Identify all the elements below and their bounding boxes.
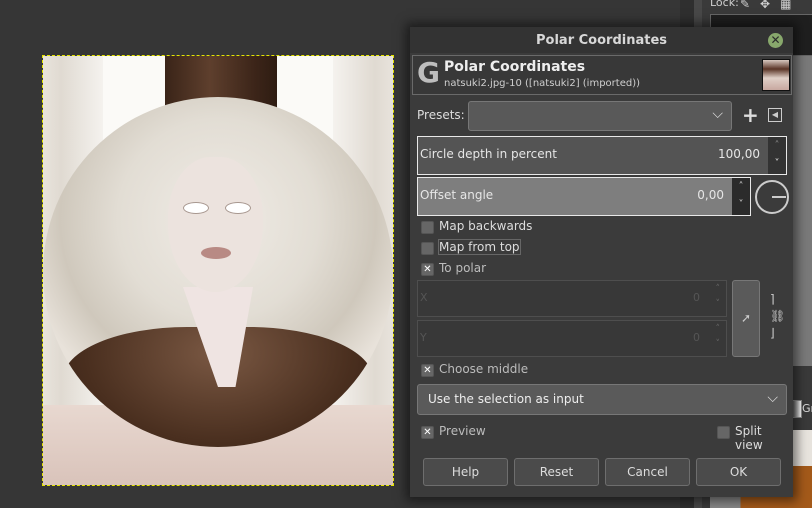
help-button[interactable]: Help <box>423 458 508 486</box>
circle-depth-stepper[interactable]: ˄ ˅ <box>768 137 786 174</box>
increment-icon[interactable]: ˄ <box>768 137 786 155</box>
y-stepper[interactable]: ˄ ˅ <box>716 322 721 352</box>
add-preset-icon[interactable]: + <box>742 103 759 127</box>
decrement-icon[interactable]: ˅ <box>732 196 750 214</box>
offset-angle-stepper[interactable]: ˄ ˅ <box>732 178 750 215</box>
gimp-logo-icon: G <box>417 56 440 89</box>
split-view-checkbox[interactable] <box>717 426 730 439</box>
chevron-down-icon: ⌵ <box>767 390 778 406</box>
lock-icons[interactable]: ✎✥▦ <box>740 0 801 11</box>
split-view-label[interactable]: Split view <box>735 424 793 452</box>
dialog-header: G Polar Coordinates natsuki2.jpg-10 ([na… <box>412 55 792 95</box>
ok-button[interactable]: OK <box>696 458 781 486</box>
circle-depth-value[interactable]: 100,00 <box>718 147 760 161</box>
header-title: Polar Coordinates <box>444 59 586 75</box>
pick-coordinates-button[interactable]: ➚ <box>732 280 760 357</box>
y-value[interactable]: 0 <box>693 331 700 344</box>
y-label: Y <box>420 331 427 344</box>
dialog-title: Polar Coordinates <box>536 33 667 48</box>
y-coordinate-field[interactable]: Y 0 ˄ ˅ <box>417 320 727 357</box>
input-source-value: Use the selection as input <box>428 392 584 406</box>
x-value[interactable]: 0 <box>693 291 700 304</box>
lock-label: Lock: <box>710 0 739 9</box>
map-backwards-checkbox[interactable] <box>421 221 434 234</box>
circle-depth-label: Circle depth in percent <box>420 147 557 161</box>
polar-preview-disc <box>43 97 393 447</box>
circle-depth-spin[interactable]: Circle depth in percent 100,00 ˄ ˅ <box>417 136 787 175</box>
to-polar-checkbox[interactable]: ✕ <box>421 263 434 276</box>
image-canvas[interactable] <box>42 55 394 486</box>
chain-link-icon[interactable]: ⌉ ⛓ ⌋ <box>770 291 785 342</box>
preview-label[interactable]: Preview <box>439 424 486 438</box>
decrement-icon[interactable]: ˅ <box>768 155 786 173</box>
offset-angle-spin[interactable]: Offset angle 0,00 ˄ ˅ <box>417 177 751 216</box>
dial-hand[interactable] <box>772 196 786 198</box>
choose-middle-checkbox[interactable]: ✕ <box>421 364 434 377</box>
gradient-label: Gr <box>802 402 812 415</box>
pointer-icon: ➚ <box>740 311 752 325</box>
choose-middle-label[interactable]: Choose middle <box>439 362 528 376</box>
image-region <box>225 202 251 214</box>
dialog-titlebar[interactable]: Polar Coordinates ✕ <box>410 27 793 53</box>
map-backwards-label[interactable]: Map backwards <box>439 219 532 233</box>
map-from-top-checkbox[interactable] <box>421 242 434 255</box>
polar-coordinates-dialog: Polar Coordinates ✕ G Polar Coordinates … <box>410 27 793 497</box>
cancel-button[interactable]: Cancel <box>605 458 690 486</box>
image-region <box>168 157 263 292</box>
image-thumbnail <box>762 59 790 91</box>
preview-checkbox[interactable]: ✕ <box>421 426 434 439</box>
image-region <box>201 247 231 259</box>
increment-icon[interactable]: ˄ <box>732 178 750 196</box>
presets-combo[interactable]: ⌵ <box>468 101 732 131</box>
offset-angle-value[interactable]: 0,00 <box>697 188 724 202</box>
offset-angle-label: Offset angle <box>420 188 494 202</box>
presets-label: Presets: <box>417 108 465 122</box>
header-subtitle: natsuki2.jpg-10 ([natsuki2] (imported)) <box>444 78 641 89</box>
x-stepper[interactable]: ˄ ˅ <box>716 282 721 312</box>
chevron-down-icon: ⌵ <box>712 106 723 122</box>
preset-menu-icon[interactable]: ◀ <box>768 108 782 122</box>
x-coordinate-field[interactable]: X 0 ˄ ˅ <box>417 280 727 317</box>
close-icon[interactable]: ✕ <box>768 33 783 48</box>
reset-button[interactable]: Reset <box>514 458 599 486</box>
map-from-top-label[interactable]: Map from top <box>438 239 521 255</box>
image-region <box>183 202 209 214</box>
x-label: X <box>420 291 428 304</box>
angle-dial[interactable] <box>755 180 789 214</box>
input-source-combo[interactable]: Use the selection as input ⌵ <box>417 384 787 415</box>
to-polar-label[interactable]: To polar <box>439 261 486 275</box>
